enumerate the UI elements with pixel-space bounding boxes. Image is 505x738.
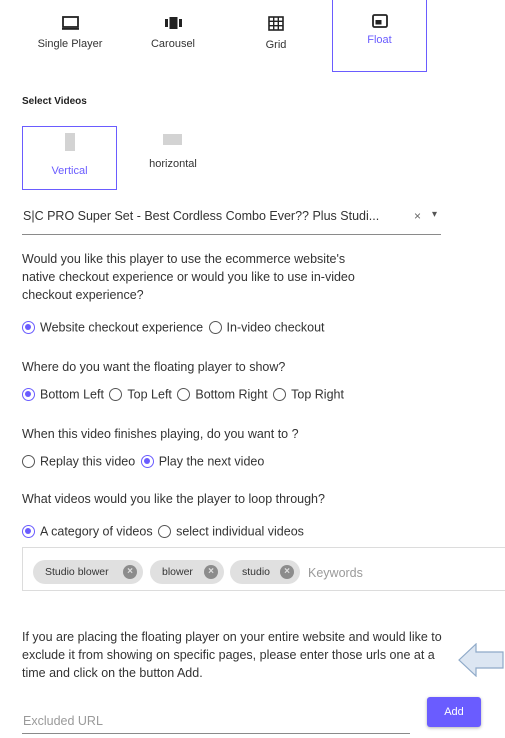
remove-chip-icon[interactable]: × [280, 565, 294, 579]
orientation-label: Vertical [51, 165, 88, 177]
tab-single-player[interactable]: Single Player [22, 0, 118, 72]
tab-carousel[interactable]: Carousel [128, 0, 218, 72]
radio-play-next-video[interactable]: Play the next video [140, 454, 264, 469]
tab-float[interactable]: Float [332, 0, 427, 72]
vertical-video-icon [65, 133, 75, 151]
remove-chip-icon[interactable]: × [204, 565, 218, 579]
position-question: Where do you want the floating player to… [22, 360, 286, 374]
grid-icon [268, 16, 284, 31]
orientation-horizontal[interactable]: horizontal [128, 126, 218, 190]
radio-unchecked-icon [273, 387, 287, 401]
tab-label: Float [367, 34, 392, 46]
radio-bottom-right[interactable]: Bottom Right [177, 387, 268, 402]
chip-label: studio [242, 566, 271, 578]
orientation-vertical[interactable]: Vertical [22, 126, 117, 190]
radio-unchecked-icon [109, 387, 123, 401]
select-videos-heading: Select Videos [22, 96, 87, 107]
orientation-label: horizontal [149, 158, 197, 170]
exclude-note: If you are placing the floating player o… [22, 630, 442, 680]
radio-top-left[interactable]: Top Left [109, 387, 172, 402]
tab-grid[interactable]: Grid [230, 0, 322, 72]
radio-category-of-videos[interactable]: A category of videos [22, 524, 153, 539]
clear-selection-icon[interactable]: × [414, 209, 421, 223]
radio-unchecked-icon [158, 524, 172, 538]
radio-checked-icon [22, 320, 35, 334]
checkout-question: Would you like this player to use the ec… [22, 252, 355, 302]
carousel-icon [164, 17, 182, 29]
chip-label: blower [162, 566, 193, 578]
radio-individual-videos[interactable]: select individual videos [158, 524, 304, 539]
keywords-input[interactable] [306, 562, 460, 584]
keyword-chip: Studio blower × [33, 560, 143, 584]
keywords-field[interactable]: Studio blower × blower × studio × [22, 547, 505, 591]
radio-top-right[interactable]: Top Right [273, 387, 344, 402]
selected-video: S|C PRO Super Set - Best Cordless Combo … [23, 209, 380, 223]
radio-unchecked-icon [22, 454, 35, 468]
left-arrow-icon [458, 643, 504, 677]
radio-in-video-checkout[interactable]: In-video checkout [208, 320, 325, 335]
float-icon [371, 14, 388, 28]
checkout-options: Website checkout experience In-video che… [22, 320, 327, 338]
tab-label: Single Player [37, 38, 103, 50]
add-button[interactable]: Add [427, 697, 481, 727]
radio-replay-video[interactable]: Replay this video [22, 454, 135, 469]
finish-question: When this video finishes playing, do you… [22, 427, 299, 441]
tab-label: Grid [265, 39, 287, 51]
loop-question: What videos would you like the player to… [22, 492, 325, 506]
keyword-chip: studio × [230, 560, 300, 584]
radio-website-checkout[interactable]: Website checkout experience [22, 320, 203, 335]
chip-label: Studio blower [45, 566, 109, 578]
finish-options: Replay this video Play the next video [22, 454, 266, 472]
video-select[interactable]: S|C PRO Super Set - Best Cordless Combo … [22, 205, 441, 235]
horizontal-video-icon [163, 134, 182, 145]
radio-checked-icon [22, 524, 35, 538]
radio-checked-icon [22, 387, 35, 401]
single-player-icon [61, 16, 79, 30]
radio-bottom-left[interactable]: Bottom Left [22, 387, 104, 402]
radio-checked-icon [140, 454, 154, 468]
remove-chip-icon[interactable]: × [123, 565, 137, 579]
radio-unchecked-icon [177, 387, 191, 401]
tab-label: Carousel [150, 38, 196, 50]
keyword-chip: blower × [150, 560, 224, 584]
float-player-settings: Single Player Carousel Grid Float Select… [0, 0, 505, 738]
chevron-down-icon[interactable]: ▾ [432, 209, 437, 220]
loop-options: A category of videos select individual v… [22, 524, 306, 542]
position-options: Bottom Left Top Left Bottom Right Top Ri… [22, 387, 346, 405]
excluded-url-input[interactable] [22, 708, 410, 734]
radio-unchecked-icon [208, 320, 222, 334]
